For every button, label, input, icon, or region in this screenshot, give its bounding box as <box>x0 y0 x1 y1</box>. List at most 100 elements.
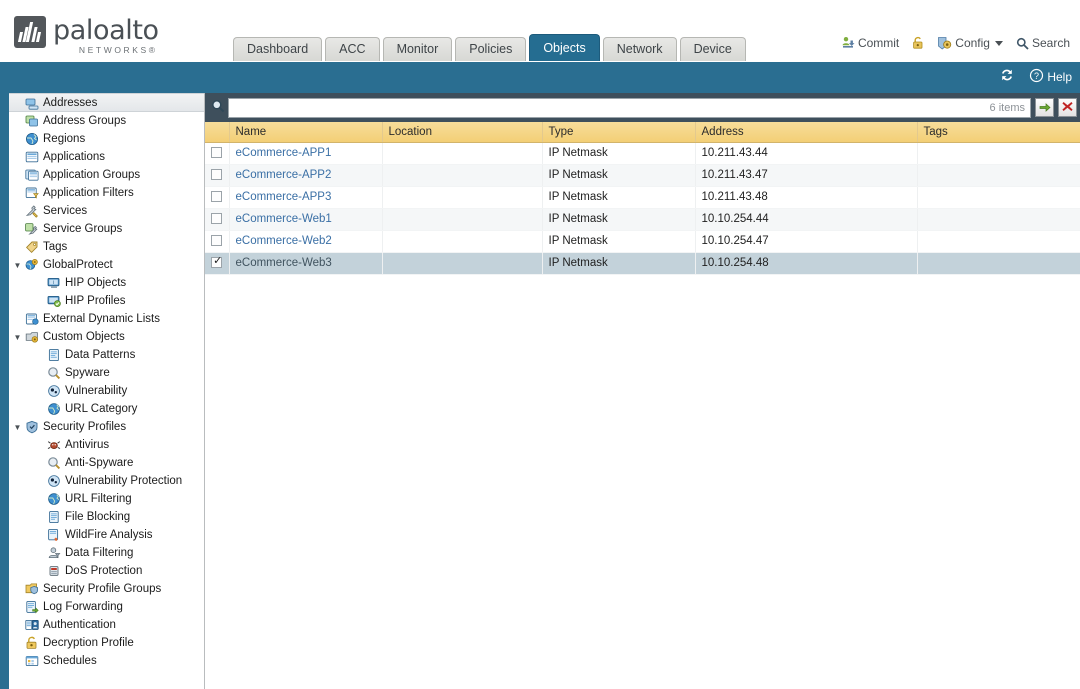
sidebar-item-service-groups[interactable]: Service Groups <box>9 220 204 238</box>
row-checkbox-cell[interactable] <box>205 142 230 165</box>
cell-name[interactable]: eCommerce-APP2 <box>229 164 383 187</box>
sidebar-item-data-patterns[interactable]: Data Patterns <box>9 346 204 364</box>
row-checkbox-cell[interactable] <box>205 252 230 275</box>
sidebar-item-applications[interactable]: Applications <box>9 148 204 166</box>
select-all-header[interactable] <box>205 122 230 143</box>
tab-monitor[interactable]: Monitor <box>382 37 453 61</box>
cell-name[interactable]: eCommerce-Web2 <box>229 230 383 253</box>
row-checkbox[interactable] <box>211 255 223 269</box>
sidebar-item-label: Antivirus <box>65 439 110 451</box>
tab-policies[interactable]: Policies <box>455 37 527 61</box>
column-header-address[interactable]: Address <box>695 122 918 143</box>
paloalto-logo: paloalto NETWORKS® <box>14 16 159 55</box>
sidebar-item-services[interactable]: Services <box>9 202 204 220</box>
sidebar-item-decryption-profile[interactable]: Decryption Profile <box>9 634 204 652</box>
sidebar-item-wildfire-analysis[interactable]: WildFire Analysis <box>9 526 204 544</box>
row-checkbox[interactable] <box>211 191 223 203</box>
sidebar-item-vulnerability-protection[interactable]: Vulnerability Protection <box>9 472 204 490</box>
config-menu[interactable]: Config <box>937 36 1003 50</box>
sidebar-item-antivirus[interactable]: Antivirus <box>9 436 204 454</box>
table-row[interactable]: eCommerce-APP2 IP Netmask 10.211.43.47 <box>205 164 1080 187</box>
column-header-name[interactable]: Name <box>229 122 383 143</box>
cell-name[interactable]: eCommerce-APP1 <box>229 142 383 165</box>
sidebar-item-globalprotect[interactable]: ▼ GlobalProtect <box>9 256 204 274</box>
sidebar-item-data-filtering[interactable]: Data Filtering <box>9 544 204 562</box>
sidebar-item-tags[interactable]: Tags <box>9 238 204 256</box>
row-checkbox[interactable] <box>211 213 223 225</box>
tab-device[interactable]: Device <box>679 37 746 61</box>
table-row[interactable]: eCommerce-APP3 IP Netmask 10.211.43.48 <box>205 186 1080 209</box>
table-row[interactable]: eCommerce-Web1 IP Netmask 10.10.254.44 <box>205 208 1080 231</box>
url-filtering-icon <box>45 492 62 506</box>
sidebar-item-url-filtering[interactable]: URL Filtering <box>9 490 204 508</box>
lock-button[interactable] <box>912 36 924 50</box>
sidebar-item-address-groups[interactable]: Address Groups <box>9 112 204 130</box>
sidebar-item-file-blocking[interactable]: File Blocking <box>9 508 204 526</box>
tree-toggle-icon[interactable]: ▼ <box>12 261 23 270</box>
column-header-tags[interactable]: Tags <box>917 122 1080 143</box>
tree-toggle-icon[interactable]: ▼ <box>12 423 23 432</box>
column-header-type[interactable]: Type <box>542 122 696 143</box>
column-header-location[interactable]: Location <box>382 122 543 143</box>
sidebar-item-schedules[interactable]: Schedules <box>9 652 204 670</box>
sidebar-item-hip-profiles[interactable]: HIP Profiles <box>9 292 204 310</box>
sidebar-item-spyware[interactable]: Spyware <box>9 364 204 382</box>
table-row[interactable]: eCommerce-APP1 IP Netmask 10.211.43.44 <box>205 142 1080 165</box>
globalprotect-icon <box>23 258 40 272</box>
row-checkbox-cell[interactable] <box>205 164 230 187</box>
address-object-link[interactable]: eCommerce-Web1 <box>236 213 332 225</box>
sidebar-item-vulnerability[interactable]: Vulnerability <box>9 382 204 400</box>
row-checkbox[interactable] <box>211 147 223 159</box>
sidebar-item-label: WildFire Analysis <box>65 529 153 541</box>
row-checkbox-cell[interactable] <box>205 186 230 209</box>
sidebar-item-application-filters[interactable]: Application Filters <box>9 184 204 202</box>
cell-address: 10.211.43.47 <box>695 164 918 187</box>
cell-type: IP Netmask <box>542 142 696 165</box>
tab-acc[interactable]: ACC <box>325 37 380 61</box>
address-object-link[interactable]: eCommerce-APP2 <box>236 169 332 181</box>
row-checkbox[interactable] <box>211 169 223 181</box>
row-checkbox-cell[interactable] <box>205 208 230 231</box>
row-checkbox[interactable] <box>211 235 223 247</box>
help-button[interactable]: ? Help <box>1029 68 1072 86</box>
sidebar-item-security-profiles[interactable]: ▼ Security Profiles <box>9 418 204 436</box>
cell-name[interactable]: eCommerce-Web1 <box>229 208 383 231</box>
sidebar-item-hip-objects[interactable]: i HIP Objects <box>9 274 204 292</box>
sidebar-item-addresses[interactable]: Addresses <box>9 93 204 112</box>
apply-filter-button[interactable] <box>1035 98 1054 117</box>
address-object-link[interactable]: eCommerce-APP3 <box>236 191 332 203</box>
refresh-button[interactable] <box>999 67 1015 86</box>
tab-dashboard[interactable]: Dashboard <box>233 37 323 61</box>
sidebar-item-regions[interactable]: Regions <box>9 130 204 148</box>
cell-name[interactable]: eCommerce-APP3 <box>229 186 383 209</box>
sidebar-item-label: Addresses <box>43 96 98 109</box>
search-input[interactable] <box>234 99 984 116</box>
search-button[interactable]: Search <box>1016 36 1070 50</box>
sidebar-item-application-groups[interactable]: Application Groups <box>9 166 204 184</box>
address-object-link[interactable]: eCommerce-APP1 <box>236 147 332 159</box>
sidebar-item-label: URL Filtering <box>65 493 132 505</box>
sidebar-item-dos-protection[interactable]: DoS Protection <box>9 562 204 580</box>
table-row[interactable]: eCommerce-Web3 IP Netmask10.10.254.48 <box>205 252 1080 275</box>
sidebar-item-log-forwarding[interactable]: Log Forwarding <box>9 598 204 616</box>
sidebar-item-authentication[interactable]: Authentication <box>9 616 204 634</box>
search-icon <box>1016 37 1029 50</box>
sidebar-item-anti-spyware[interactable]: Anti-Spyware <box>9 454 204 472</box>
sidebar-item-url-category[interactable]: URL Category <box>9 400 204 418</box>
cell-address: 10.10.254.48 <box>695 252 918 275</box>
tab-objects[interactable]: Objects <box>529 34 600 61</box>
sidebar-item-security-profile-groups[interactable]: Security Profile Groups <box>9 580 204 598</box>
table-row[interactable]: eCommerce-Web2 IP Netmask 10.10.254.47 <box>205 230 1080 253</box>
help-icon: ? <box>1029 68 1044 86</box>
commit-button[interactable]: Commit <box>841 36 899 50</box>
sidebar-item-external-dynamic-lists[interactable]: External Dynamic Lists <box>9 310 204 328</box>
tree-toggle-icon[interactable]: ▼ <box>12 333 23 342</box>
row-checkbox-cell[interactable] <box>205 230 230 253</box>
tab-network[interactable]: Network <box>602 37 677 61</box>
address-object-link[interactable]: eCommerce-Web2 <box>236 235 332 247</box>
cell-name[interactable]: eCommerce-Web3 <box>229 252 383 275</box>
clear-filter-button[interactable] <box>1058 98 1077 117</box>
sidebar-item-label: Vulnerability <box>65 385 128 397</box>
sidebar-item-custom-objects[interactable]: ▼ Custom Objects <box>9 328 204 346</box>
address-object-link[interactable]: eCommerce-Web3 <box>236 257 332 269</box>
